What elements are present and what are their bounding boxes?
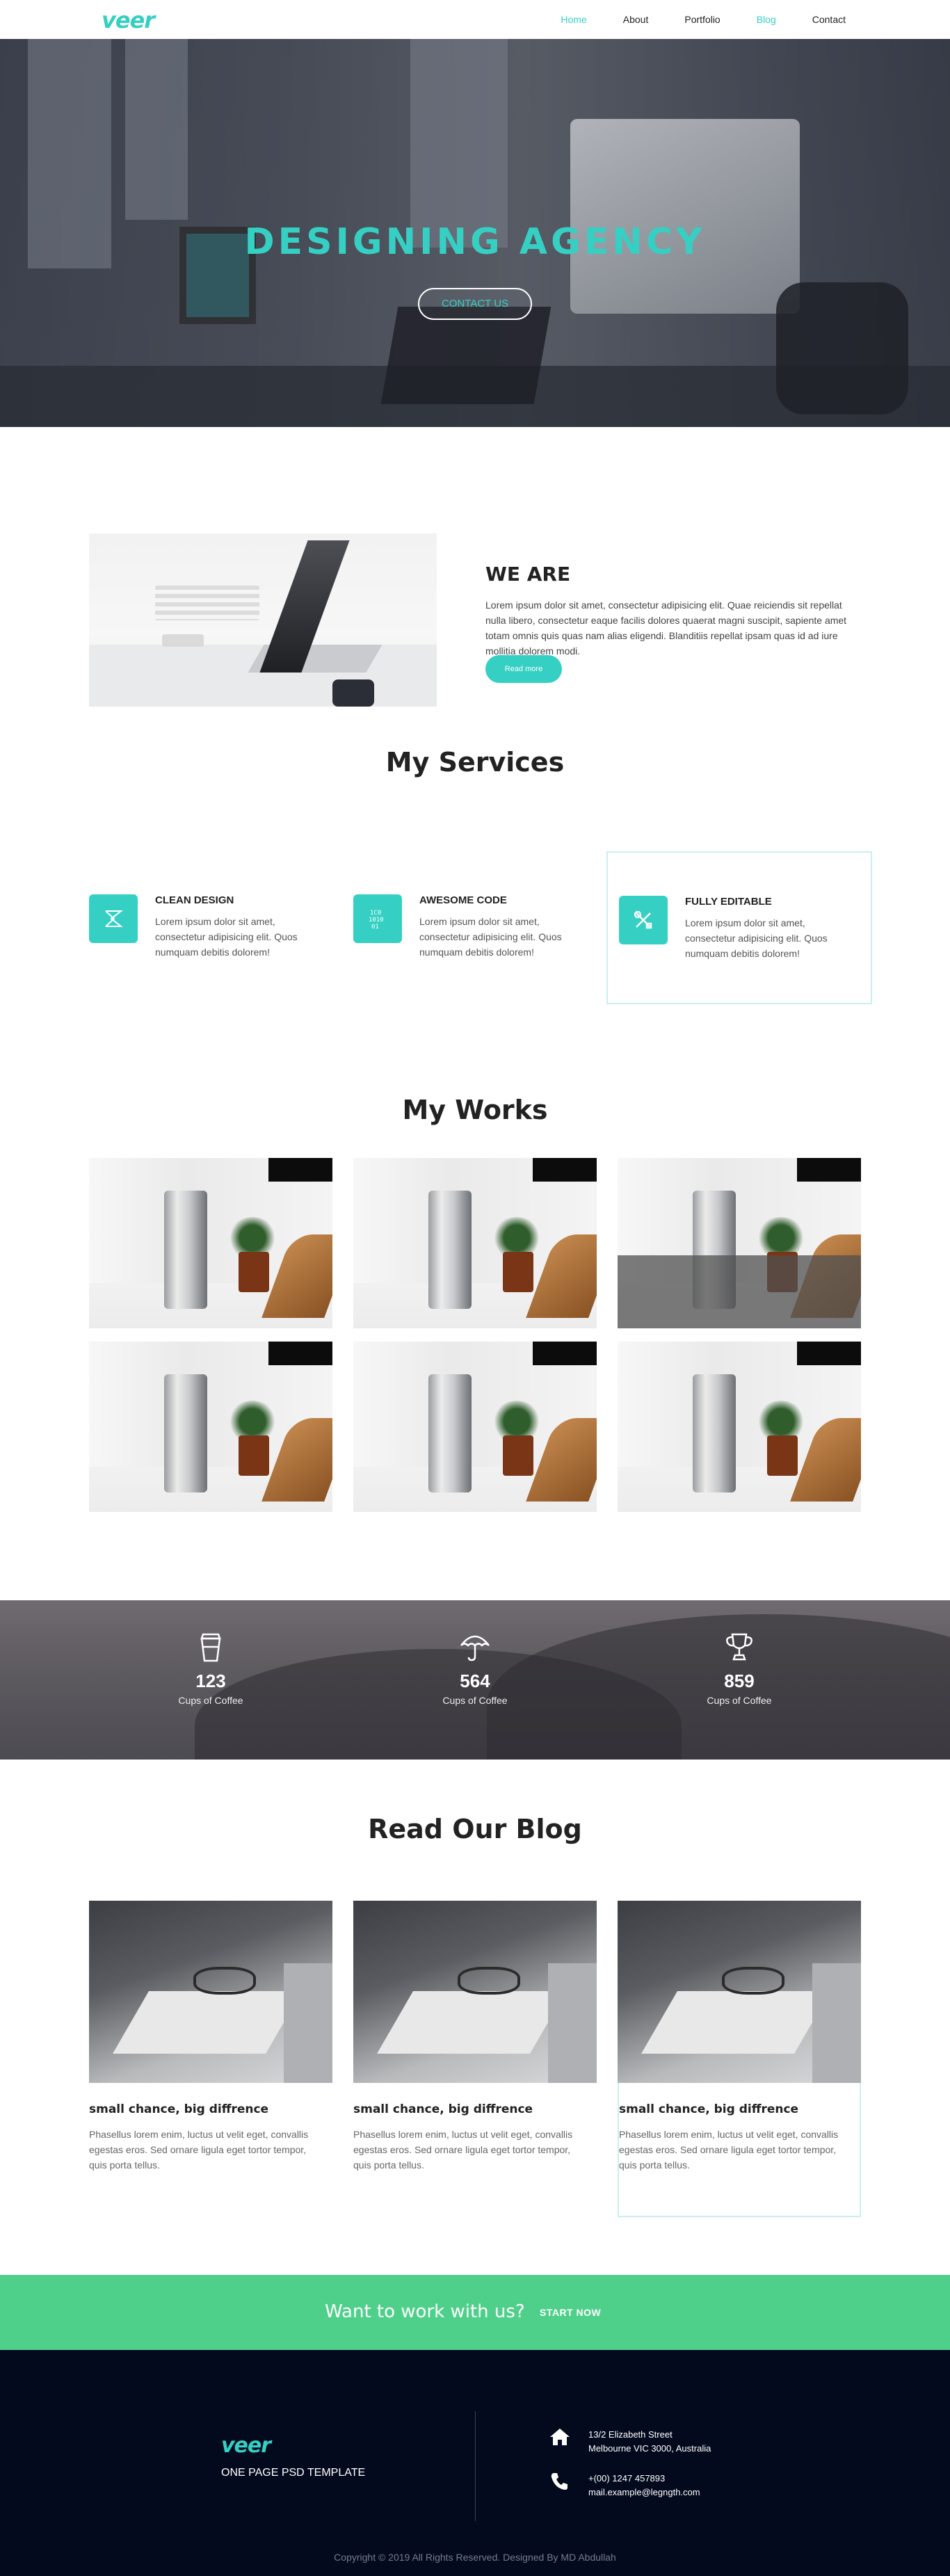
service-desc: Lorem ipsum dolor sit amet, consectetur … (419, 916, 562, 958)
nav-blog-link[interactable]: Blog (757, 14, 776, 25)
stat-label: Cups of Coffee (707, 1695, 772, 1706)
blog-post-title[interactable]: small chance, big diffrence (619, 2102, 798, 2116)
cup (332, 679, 374, 707)
blog-post[interactable]: small chance, big diffrence Phasellus lo… (89, 1901, 332, 2217)
svg-text:1C0: 1C0 (370, 910, 381, 917)
service-name: AWESOME CODE (419, 894, 507, 906)
blog-title: Read Our Blog (368, 1814, 582, 1844)
about-image (89, 533, 437, 707)
service-name: CLEAN DESIGN (155, 894, 234, 906)
about-text: Lorem ipsum dolor sit amet, consectetur … (485, 599, 847, 657)
hero-title: DESIGNING AGENCY (244, 221, 706, 263)
read-more-button[interactable]: Read more (485, 655, 562, 683)
about-section: WE ARE Lorem ipsum dolor sit amet, conse… (0, 427, 950, 733)
portfolio-item[interactable] (89, 1158, 332, 1328)
logo[interactable]: veer (102, 7, 155, 33)
top-navbar: veer Home About Portfolio Blog Contact (0, 0, 950, 39)
blog-post-image (618, 1901, 861, 2083)
portfolio-item[interactable] (618, 1158, 861, 1328)
hero-laptop (380, 307, 552, 404)
footer-logo[interactable]: veer (221, 2433, 271, 2458)
nav-portfolio-link[interactable]: Portfolio (684, 14, 720, 25)
address-line-1: 13/2 Elizabeth Street (588, 2429, 673, 2440)
stat-item: 859 Cups of Coffee (656, 1632, 823, 1706)
tools-icon (619, 896, 668, 944)
start-now-button[interactable]: START NOW (540, 2307, 601, 2318)
services-section: My Services CLEAN DESIGN Lorem ipsum dol… (0, 733, 950, 1095)
blog-post-excerpt: Phasellus lorem enim, luctus ut velit eg… (353, 2129, 573, 2171)
portfolio-item[interactable] (353, 1158, 597, 1328)
trophy-icon (656, 1632, 823, 1665)
service-card: FULLY EDITABLE Lorem ipsum dolor sit ame… (606, 851, 872, 1004)
blog-post-title[interactable]: small chance, big diffrence (89, 2102, 268, 2116)
footer: veer ONE PAGE PSD TEMPLATE 13/2 Elizabet… (0, 2350, 950, 2576)
service-name: FULLY EDITABLE (685, 896, 772, 908)
stat-number: 564 (460, 1671, 490, 1691)
blog-post-image (89, 1901, 332, 2083)
home-icon (549, 2428, 570, 2449)
nav-contact-link[interactable]: Contact (812, 14, 846, 25)
hero-bg-building (410, 39, 508, 248)
stat-item: 564 Cups of Coffee (392, 1632, 558, 1706)
footer-address: 13/2 Elizabeth Street Melbourne VIC 3000… (549, 2428, 711, 2456)
works-section: My Works (0, 1095, 950, 1600)
stat-label: Cups of Coffee (178, 1695, 243, 1706)
service-desc: Lorem ipsum dolor sit amet, consectetur … (155, 916, 298, 958)
stat-number: 859 (724, 1671, 755, 1691)
cta-banner: Want to work with us? START NOW (0, 2275, 950, 2350)
service-card: 1C0 1010 01 AWESOME CODE Lorem ipsum dolor… (353, 851, 619, 1004)
footer-phone[interactable]: +(00) 1247 457893 (588, 2472, 700, 2486)
svg-text:01: 01 (371, 924, 379, 931)
hero-section: DESIGNING AGENCY CONTACT US (0, 39, 950, 427)
service-card: CLEAN DESIGN Lorem ipsum dolor sit amet,… (89, 851, 355, 1004)
umbrella-icon (392, 1632, 558, 1665)
about-title: WE ARE (485, 563, 571, 586)
blog-post-excerpt: Phasellus lorem enim, luctus ut velit eg… (89, 2129, 309, 2171)
works-title: My Works (402, 1095, 548, 1125)
phone (162, 634, 204, 647)
services-title: My Services (385, 747, 565, 778)
footer-email[interactable]: mail.example@legngth.com (588, 2486, 700, 2499)
blog-post[interactable]: small chance, big diffrence Phasellus lo… (353, 1901, 597, 2217)
blog-post-image (353, 1901, 597, 2083)
nav-home-link[interactable]: Home (561, 14, 586, 25)
hero-chair (776, 282, 908, 414)
blog-post-title[interactable]: small chance, big diffrence (353, 2102, 533, 2116)
coffee-cup-icon (127, 1632, 294, 1665)
nav-about-link[interactable]: About (623, 14, 649, 25)
portfolio-item[interactable] (89, 1342, 332, 1512)
hero-monitor (570, 119, 800, 314)
blog-post[interactable]: small chance, big diffrence Phasellus lo… (618, 1901, 861, 2217)
portfolio-item[interactable] (353, 1342, 597, 1512)
svg-text:1010: 1010 (369, 917, 384, 924)
cta-text: Want to work with us? (325, 2301, 525, 2322)
design-icon (89, 894, 138, 943)
portfolio-item[interactable] (618, 1342, 861, 1512)
stat-item: 123 Cups of Coffee (127, 1632, 294, 1706)
phone-icon (549, 2472, 570, 2494)
footer-tagline: ONE PAGE PSD TEMPLATE (221, 2467, 366, 2479)
stat-label: Cups of Coffee (442, 1695, 508, 1706)
main-menu: Home About Portfolio Blog Contact (561, 0, 846, 39)
copyright-text: Copyright © 2019 All Rights Reserved. De… (334, 2552, 616, 2563)
contact-us-button[interactable]: CONTACT US (418, 288, 532, 320)
service-desc: Lorem ipsum dolor sit amet, consectetur … (685, 917, 828, 959)
stats-section: 123 Cups of Coffee 564 Cups of Coffee 85… (0, 1600, 950, 1760)
hero-bg-building (125, 39, 188, 220)
blog-section: Read Our Blog small chance, big diffrenc… (0, 1760, 950, 2275)
address-line-2: Melbourne VIC 3000, Australia (588, 2443, 711, 2454)
footer-divider (475, 2411, 476, 2521)
books (155, 586, 259, 620)
blog-post-excerpt: Phasellus lorem enim, luctus ut velit eg… (619, 2129, 839, 2171)
stat-number: 123 (195, 1671, 226, 1691)
code-icon: 1C0 1010 01 (353, 894, 402, 943)
footer-contact: +(00) 1247 457893 mail.example@legngth.c… (549, 2472, 700, 2499)
portfolio-hover-overlay (618, 1255, 861, 1328)
